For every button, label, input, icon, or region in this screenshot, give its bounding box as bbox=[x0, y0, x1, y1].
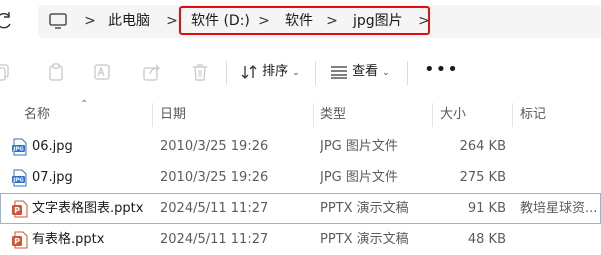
svg-text:P: P bbox=[14, 206, 20, 215]
file-type: JPG 图片文件 bbox=[320, 170, 398, 185]
column-header-date[interactable]: 日期 bbox=[160, 100, 186, 130]
file-name: 文字表格图表.pptx bbox=[32, 201, 144, 216]
sort-label: 排序 bbox=[262, 64, 289, 79]
file-tags bbox=[520, 162, 600, 193]
file-size: 264 KB bbox=[459, 139, 506, 154]
file-name: 07.jpg bbox=[32, 170, 73, 185]
file-type: PPTX 演示文稿 bbox=[320, 201, 409, 216]
file-row[interactable]: JPG 06.jpg 2010/3/25 19:26 JPG 图片文件 264 … bbox=[0, 131, 601, 162]
jpg-file-icon: JPG bbox=[12, 138, 27, 156]
file-tags: 教培星球资... bbox=[520, 201, 598, 216]
view-icon bbox=[331, 65, 347, 79]
file-name: 有表格.pptx bbox=[32, 232, 105, 247]
column-divider[interactable] bbox=[313, 103, 314, 127]
file-date: 2024/5/11 11:27 bbox=[160, 201, 269, 216]
view-button[interactable]: 查看 ⌄ bbox=[330, 62, 390, 82]
file-row[interactable]: P 有表格.pptx 2024/5/11 11:27 PPTX 演示文稿 48 … bbox=[0, 224, 601, 255]
file-row[interactable]: JPG 07.jpg 2010/3/25 19:26 JPG 图片文件 275 … bbox=[0, 162, 601, 193]
pptx-file-icon: P bbox=[12, 231, 28, 249]
toolbar-divider bbox=[315, 61, 316, 85]
more-options-button[interactable]: ••• bbox=[424, 61, 459, 79]
file-name: 06.jpg bbox=[32, 139, 73, 154]
chevron-down-icon: ⌄ bbox=[382, 68, 390, 78]
column-divider[interactable] bbox=[152, 103, 153, 127]
file-size: 275 KB bbox=[459, 170, 506, 185]
paste-icon[interactable] bbox=[46, 62, 66, 82]
svg-text:P: P bbox=[14, 237, 20, 246]
refresh-icon[interactable] bbox=[0, 10, 16, 32]
copy-icon[interactable] bbox=[0, 62, 14, 82]
file-type: PPTX 演示文稿 bbox=[320, 232, 409, 247]
delete-icon[interactable] bbox=[190, 62, 210, 82]
address-bar-area: > 此电脑 > 软件 (D:) > 软件 > jpg图片 > bbox=[0, 0, 601, 44]
svg-text:JPG: JPG bbox=[12, 178, 24, 184]
command-bar: 排序 ⌄ 查看 ⌄ ••• bbox=[0, 52, 601, 92]
file-date: 2010/3/25 19:26 bbox=[160, 170, 269, 185]
column-header-size[interactable]: 大小 bbox=[440, 100, 466, 130]
toolbar-divider bbox=[226, 61, 227, 85]
file-size: 48 KB bbox=[467, 232, 506, 247]
view-label: 查看 bbox=[352, 64, 379, 79]
toolbar-divider bbox=[407, 61, 408, 85]
file-tags bbox=[520, 224, 600, 255]
file-tags bbox=[520, 131, 600, 162]
column-header-type[interactable]: 类型 bbox=[320, 100, 346, 130]
svg-text:JPG: JPG bbox=[12, 147, 24, 153]
column-divider[interactable] bbox=[512, 103, 513, 127]
breadcrumb-separator[interactable]: > bbox=[84, 12, 96, 30]
column-header-tags[interactable]: 标记 bbox=[520, 100, 546, 130]
rename-icon[interactable] bbox=[93, 62, 113, 82]
file-date: 2024/5/11 11:27 bbox=[160, 232, 269, 247]
sort-icon bbox=[241, 64, 257, 79]
file-row-selected[interactable]: P 文字表格图表.pptx 2024/5/11 11:27 PPTX 演示文稿 … bbox=[0, 193, 601, 224]
column-header-name[interactable]: 名称 bbox=[24, 100, 50, 130]
breadcrumb-this-pc[interactable]: 此电脑 bbox=[108, 12, 150, 30]
share-icon[interactable] bbox=[142, 62, 162, 82]
column-header-row: ⌃ 名称 日期 类型 大小 标记 bbox=[0, 99, 601, 130]
column-divider[interactable] bbox=[432, 103, 433, 127]
this-pc-icon[interactable] bbox=[48, 11, 68, 31]
sort-button[interactable]: 排序 ⌄ bbox=[240, 62, 300, 82]
breadcrumb-separator[interactable]: > bbox=[166, 12, 178, 30]
file-date: 2010/3/25 19:26 bbox=[160, 139, 269, 154]
sort-ascending-icon: ⌃ bbox=[80, 99, 89, 110]
file-size: 91 KB bbox=[467, 201, 506, 216]
highlight-annotation bbox=[179, 6, 430, 35]
chevron-down-icon: ⌄ bbox=[292, 68, 300, 78]
jpg-file-icon: JPG bbox=[12, 169, 27, 187]
file-type: JPG 图片文件 bbox=[320, 139, 398, 154]
pptx-file-icon: P bbox=[12, 200, 28, 218]
